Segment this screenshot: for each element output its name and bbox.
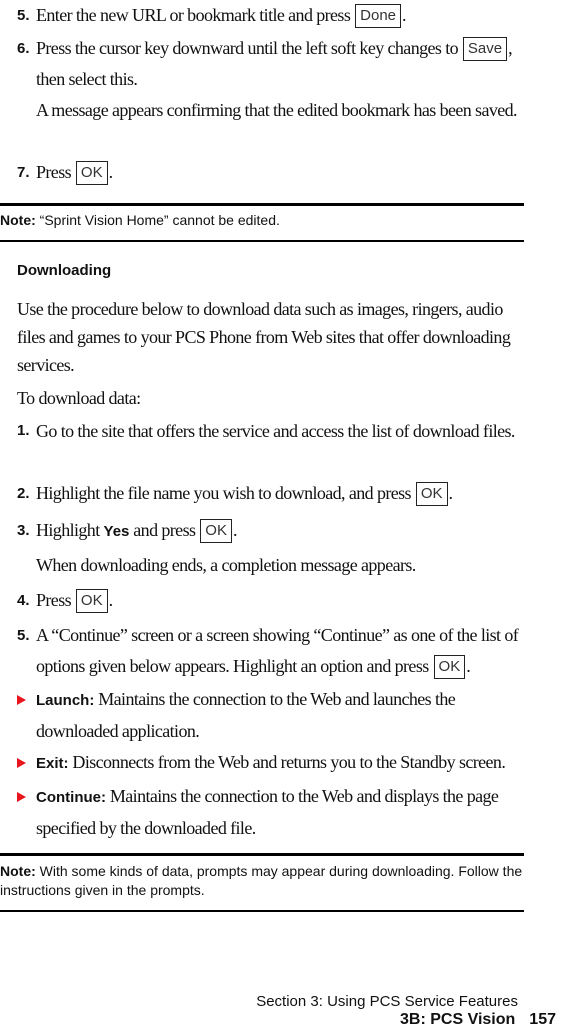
step-5-edit: 5. Enter the new URL or bookmark title a… <box>17 0 527 31</box>
option-text: Maintains the connection to the Web and … <box>36 689 456 741</box>
done-key: Done <box>355 4 402 28</box>
download-step-2: 2. Highlight the file name you wish to d… <box>17 478 527 509</box>
step-number: 1. <box>17 422 30 439</box>
option-text: Disconnects from the Web and returns you… <box>72 752 506 772</box>
option-launch: Launch: Maintains the connection to the … <box>17 684 527 747</box>
option-continue: Continue: Maintains the connection to th… <box>17 781 527 844</box>
option-exit: Exit: Disconnects from the Web and retur… <box>17 747 527 779</box>
note-text: With some kinds of data, prompts may app… <box>0 863 523 898</box>
note-text: “Sprint Vision Home” cannot be edited. <box>39 212 280 228</box>
step-text: Highlight the file name you wish to down… <box>36 483 412 503</box>
punct: . <box>448 483 453 503</box>
punct: . <box>232 520 237 540</box>
section-heading: Downloading <box>17 262 112 279</box>
intro-paragraph: Use the procedure below to download data… <box>17 299 511 375</box>
download-step-3: 3. Highlight Yes and press OK. <box>17 515 527 547</box>
footer-section-title: Section 3: Using PCS Service Features <box>256 993 518 1010</box>
option-text: Maintains the connection to the Web and … <box>36 786 499 838</box>
save-key: Save <box>462 37 508 61</box>
paragraph-text: A message appears confirming that the ed… <box>36 100 518 120</box>
punct: . <box>402 5 406 25</box>
option-label: Launch: <box>36 692 95 709</box>
step-text: Enter the new URL or bookmark title and … <box>36 5 351 25</box>
red-triangle-bullet-icon <box>17 695 26 705</box>
footer-chapter-title: 3B: PCS Vision <box>400 1011 516 1028</box>
paragraph-text: When downloading ends, a completion mess… <box>36 555 416 575</box>
step-text: Press <box>36 590 72 610</box>
step-text-line2: then select this. <box>36 69 138 89</box>
ok-key: OK <box>433 655 466 679</box>
step-6-edit: 6. Press the cursor key downward until t… <box>17 33 527 95</box>
step-number: 5. <box>17 7 30 24</box>
completion-paragraph: When downloading ends, a completion mess… <box>17 550 527 581</box>
red-triangle-bullet-icon <box>17 758 26 768</box>
ok-key: OK <box>415 482 448 506</box>
red-triangle-bullet-icon <box>17 792 26 802</box>
step-number: 6. <box>17 40 30 57</box>
page-number: 157 <box>529 1011 556 1028</box>
step-number: 4. <box>17 592 30 609</box>
step-text: Go to the site that offers the service a… <box>36 421 515 441</box>
note-label: Note: <box>0 863 36 879</box>
note-top-rule <box>0 853 524 856</box>
punct: . <box>108 590 113 610</box>
option-label: Exit: <box>36 755 69 772</box>
note-label: Note: <box>0 212 36 228</box>
step-number: 5. <box>17 627 30 644</box>
download-step-1: 1. Go to the site that offers the servic… <box>17 416 527 446</box>
ok-key: OK <box>75 161 108 185</box>
ok-key: OK <box>200 519 232 543</box>
note-bottom-rule <box>0 910 524 912</box>
step-7-edit: 7. Press OK. <box>17 157 527 188</box>
option-label: Continue: <box>36 789 106 806</box>
download-step-4: 4. Press OK. <box>17 585 527 616</box>
confirmation-paragraph: A message appears confirming that the ed… <box>17 95 527 126</box>
step-number: 2. <box>17 485 30 502</box>
download-step-5: 5. A “Continue” screen or a screen showi… <box>17 620 527 682</box>
step-text: Press <box>36 162 72 182</box>
punct: , <box>508 38 513 58</box>
note-prompts: Note: With some kinds of data, prompts m… <box>0 862 524 900</box>
note-sprint-vision-home: Note: “Sprint Vision Home” cannot be edi… <box>0 211 524 230</box>
footer-chapter: 3B: PCS Vision 157 <box>400 1011 556 1029</box>
step-text-pre: Highlight <box>36 520 100 540</box>
punct: . <box>108 162 113 182</box>
step-number: 7. <box>17 164 30 181</box>
note-bottom-rule <box>0 240 524 242</box>
step-text: Press the cursor key downward until the … <box>36 38 459 58</box>
step-number: 3. <box>17 522 30 539</box>
ok-key: OK <box>75 589 108 613</box>
yes-option: Yes <box>103 523 130 540</box>
step-text: and press <box>133 520 196 540</box>
note-top-rule <box>0 203 524 206</box>
punct: . <box>466 656 471 676</box>
lead-text: To download data: <box>17 388 141 408</box>
